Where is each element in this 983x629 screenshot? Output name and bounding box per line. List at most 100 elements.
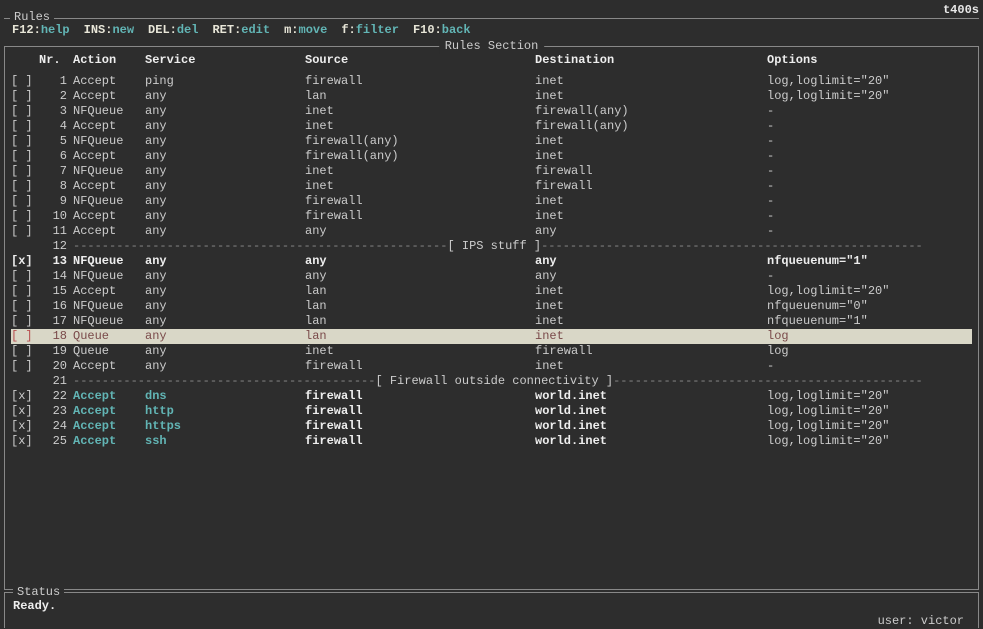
rule-action: NFQueue xyxy=(73,299,145,314)
rule-action: Queue xyxy=(73,329,145,344)
divider-row: 21--------------------------------------… xyxy=(11,374,972,389)
table-row[interactable]: [ ]2Acceptanylaninetlog,loglimit="20" xyxy=(11,89,972,104)
rule-checkbox[interactable]: [ ] xyxy=(11,149,39,164)
rule-service: any xyxy=(145,104,305,119)
rule-nr: 22 xyxy=(39,389,73,404)
table-row[interactable]: [ ]1Acceptpingfirewallinetlog,loglimit="… xyxy=(11,74,972,89)
rule-source: lan xyxy=(305,89,535,104)
table-row[interactable]: [ ]15Acceptanylaninetlog,loglimit="20" xyxy=(11,284,972,299)
rule-destination: firewall(any) xyxy=(535,119,767,134)
rule-checkbox[interactable]: [ ] xyxy=(11,119,39,134)
rule-service: any xyxy=(145,269,305,284)
rule-nr: 16 xyxy=(39,299,73,314)
table-row[interactable]: [ ]16NFQueueanylaninetnfqueuenum="0" xyxy=(11,299,972,314)
rule-service: ssh xyxy=(145,434,305,449)
rule-checkbox[interactable]: [x] xyxy=(11,389,39,404)
rule-checkbox[interactable]: [ ] xyxy=(11,164,39,179)
rule-checkbox[interactable]: [ ] xyxy=(11,299,39,314)
rule-action: NFQueue xyxy=(73,194,145,209)
rule-destination: inet xyxy=(535,209,767,224)
table-row[interactable]: [x]13NFQueueanyanyanynfqueuenum="1" xyxy=(11,254,972,269)
table-row[interactable]: [ ]4Acceptanyinetfirewall(any)- xyxy=(11,119,972,134)
rule-service: any xyxy=(145,164,305,179)
rule-checkbox[interactable]: [ ] xyxy=(11,314,39,329)
table-row[interactable]: [ ]8Acceptanyinetfirewall- xyxy=(11,179,972,194)
rule-destination: firewall xyxy=(535,344,767,359)
rule-service: https xyxy=(145,419,305,434)
rules-table[interactable]: Nr. Action Service Source Destination Op… xyxy=(5,47,978,453)
col-source: Source xyxy=(305,53,535,68)
rule-checkbox[interactable]: [x] xyxy=(11,254,39,269)
table-row[interactable]: [x]22Acceptdnsfirewallworld.inetlog,logl… xyxy=(11,389,972,404)
table-row[interactable]: [ ]14NFQueueanyanyany- xyxy=(11,269,972,284)
rule-checkbox[interactable]: [ ] xyxy=(11,104,39,119)
rule-options: log xyxy=(767,344,972,359)
rule-service: dns xyxy=(145,389,305,404)
table-row[interactable]: [ ]7NFQueueanyinetfirewall- xyxy=(11,164,972,179)
rule-checkbox[interactable]: [ ] xyxy=(11,344,39,359)
rule-service: ping xyxy=(145,74,305,89)
rule-checkbox[interactable]: [ ] xyxy=(11,359,39,374)
rule-nr: 9 xyxy=(39,194,73,209)
rule-service: any xyxy=(145,254,305,269)
rule-service: any xyxy=(145,209,305,224)
rule-destination: world.inet xyxy=(535,419,767,434)
rule-nr: 4 xyxy=(39,119,73,134)
rule-checkbox[interactable]: [ ] xyxy=(11,89,39,104)
rule-destination: any xyxy=(535,254,767,269)
table-row[interactable]: [ ]10Acceptanyfirewallinet- xyxy=(11,209,972,224)
table-row[interactable]: [ ]11Acceptanyanyany- xyxy=(11,224,972,239)
rule-source: any xyxy=(305,269,535,284)
table-row[interactable]: [x]25Acceptsshfirewallworld.inetlog,logl… xyxy=(11,434,972,449)
table-row[interactable]: [ ]18Queueanylaninetlog xyxy=(11,329,972,344)
rule-checkbox[interactable]: [x] xyxy=(11,404,39,419)
rule-checkbox[interactable]: [ ] xyxy=(11,209,39,224)
rule-source: firewall(any) xyxy=(305,134,535,149)
rule-checkbox[interactable]: [x] xyxy=(11,434,39,449)
rule-destination: inet xyxy=(535,134,767,149)
rule-checkbox[interactable]: [ ] xyxy=(11,179,39,194)
rule-checkbox[interactable]: [ ] xyxy=(11,74,39,89)
table-row[interactable]: [ ]17NFQueueanylaninetnfqueuenum="1" xyxy=(11,314,972,329)
rule-checkbox[interactable]: [ ] xyxy=(11,134,39,149)
rule-source: firewall xyxy=(305,74,535,89)
table-row[interactable]: [x]23Accepthttpfirewallworld.inetlog,log… xyxy=(11,404,972,419)
rule-checkbox[interactable]: [ ] xyxy=(11,194,39,209)
rule-checkbox[interactable]: [ ] xyxy=(11,329,39,344)
rule-nr: 15 xyxy=(39,284,73,299)
table-row[interactable]: [x]24Accepthttpsfirewallworld.inetlog,lo… xyxy=(11,419,972,434)
rule-service: any xyxy=(145,224,305,239)
rule-options: - xyxy=(767,164,972,179)
keybar-key: F10: xyxy=(413,23,442,37)
rule-options: log,loglimit="20" xyxy=(767,419,972,434)
rule-destination: world.inet xyxy=(535,404,767,419)
keybar-key: f: xyxy=(341,23,355,37)
rule-source: firewall(any) xyxy=(305,149,535,164)
keybar-key: RET: xyxy=(212,23,241,37)
rule-destination: inet xyxy=(535,284,767,299)
rule-checkbox[interactable]: [ ] xyxy=(11,284,39,299)
col-destination: Destination xyxy=(535,53,767,68)
rule-checkbox[interactable]: [x] xyxy=(11,419,39,434)
rule-destination: inet xyxy=(535,89,767,104)
rule-checkbox[interactable]: [ ] xyxy=(11,269,39,284)
table-row[interactable]: [ ]9NFQueueanyfirewallinet- xyxy=(11,194,972,209)
table-row[interactable]: [ ]19Queueanyinetfirewalllog xyxy=(11,344,972,359)
rule-action: Accept xyxy=(73,74,145,89)
rule-action: NFQueue xyxy=(73,164,145,179)
rule-nr: 8 xyxy=(39,179,73,194)
table-row[interactable]: [ ]20Acceptanyfirewallinet- xyxy=(11,359,972,374)
rule-source: firewall xyxy=(305,359,535,374)
rule-service: any xyxy=(145,284,305,299)
rule-destination: world.inet xyxy=(535,434,767,449)
table-row[interactable]: [ ]5NFQueueanyfirewall(any)inet- xyxy=(11,134,972,149)
status-title: Status xyxy=(13,585,64,600)
rule-action: NFQueue xyxy=(73,314,145,329)
rule-nr: 18 xyxy=(39,329,73,344)
table-row[interactable]: [ ]6Acceptanyfirewall(any)inet- xyxy=(11,149,972,164)
rule-nr: 19 xyxy=(39,344,73,359)
rule-action: Accept xyxy=(73,419,145,434)
table-row[interactable]: [ ]3NFQueueanyinetfirewall(any)- xyxy=(11,104,972,119)
rule-action: Accept xyxy=(73,434,145,449)
rule-checkbox[interactable]: [ ] xyxy=(11,224,39,239)
